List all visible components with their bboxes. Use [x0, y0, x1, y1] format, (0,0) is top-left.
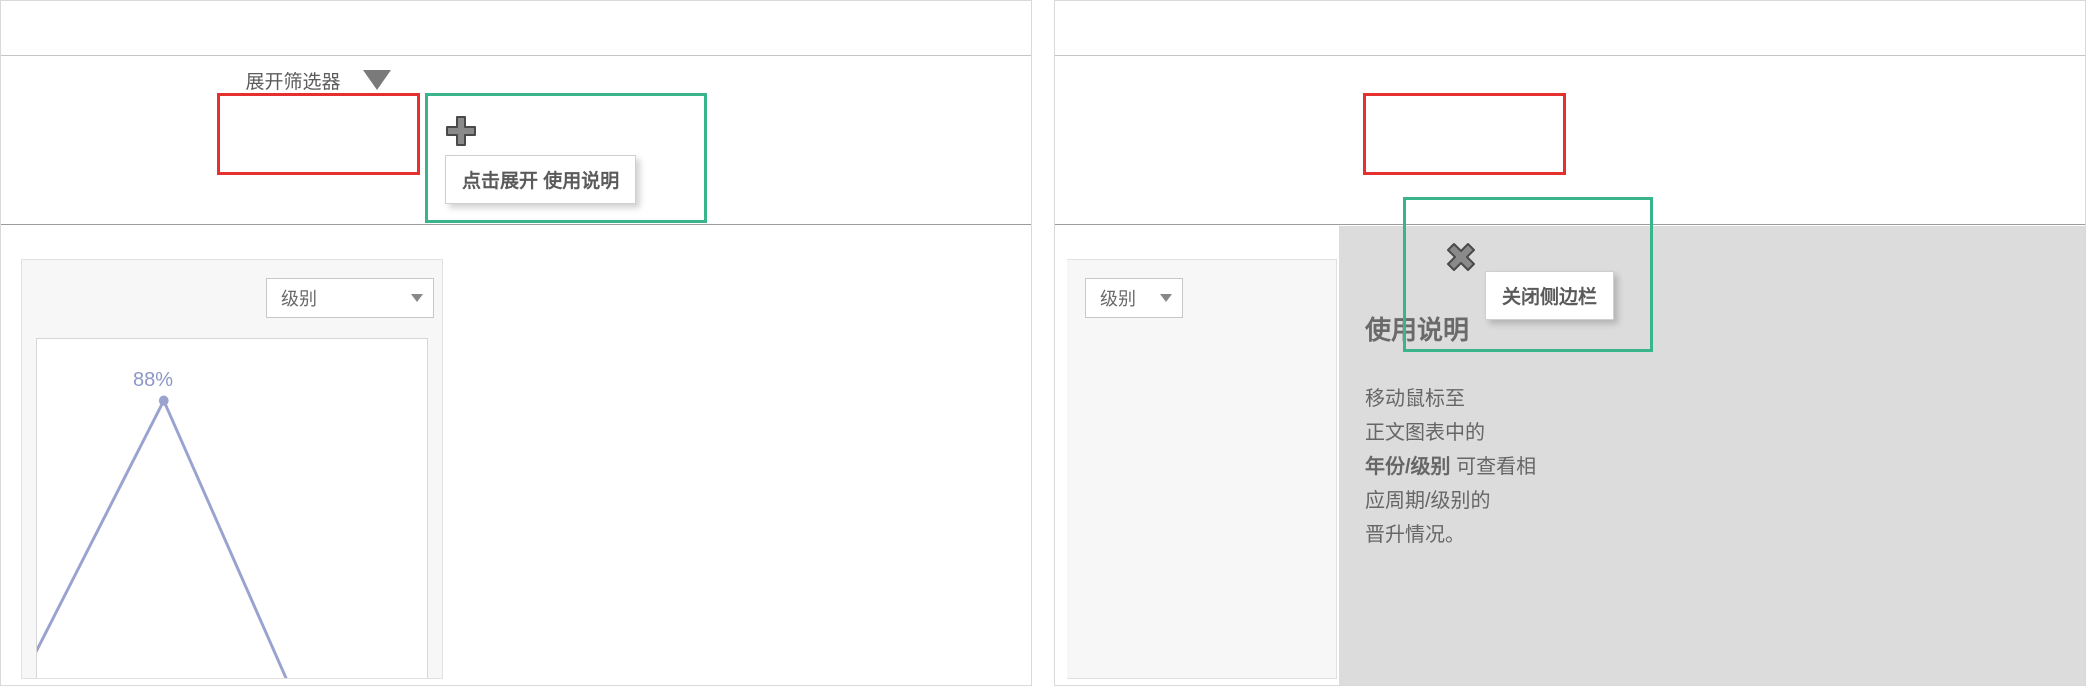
line-chart: [37, 339, 427, 678]
close-icon: [1443, 239, 1479, 275]
help-sidebar: 使用说明 移动鼠标至 正文图表中的 年份/级别 可查看相 应周期/级别的 晋升情…: [1339, 226, 2085, 685]
select-label: 级别: [1100, 285, 1136, 311]
chevron-down-icon: [1160, 294, 1172, 302]
select-label: 级别: [281, 285, 317, 311]
sidebar-body: 移动鼠标至 正文图表中的 年份/级别 可查看相 应周期/级别的 晋升情况。: [1365, 382, 2059, 552]
plus-icon: [445, 115, 477, 147]
tooltip-text: 点击展开 使用说明: [462, 171, 619, 192]
chart-card: 级别 88%: [21, 259, 443, 679]
expand-filter-label: 展开筛选器: [245, 67, 340, 94]
figure-panel-left: 展开筛选器 点击展开 使用说明 级别 88%: [0, 0, 1032, 686]
topbar: [1055, 55, 2085, 225]
sidebar-title: 使用说明: [1365, 308, 2059, 352]
level-select[interactable]: 级别: [1085, 278, 1183, 318]
open-help-button[interactable]: [445, 115, 477, 147]
expand-filter-button[interactable]: 展开筛选器: [219, 41, 417, 119]
chevron-down-icon: [411, 294, 423, 302]
close-sidebar-button[interactable]: [1443, 239, 1479, 275]
sidebar-bold: 年份/级别: [1365, 456, 1451, 478]
chevron-down-icon: [363, 70, 391, 90]
level-select[interactable]: 级别: [266, 278, 434, 318]
chart-data-label: 88%: [133, 369, 173, 392]
tooltip-text: 关闭侧边栏: [1502, 287, 1597, 308]
close-sidebar-tooltip: 关闭侧边栏: [1485, 271, 1614, 320]
figure-panel-right: 展开筛选器 .panel:nth-child(2) .expand-filter…: [1054, 0, 2086, 686]
open-help-tooltip: 点击展开 使用说明: [445, 155, 636, 204]
chart-card-cropped: 级别: [1067, 259, 1337, 679]
chart-canvas: 88%: [36, 338, 428, 678]
